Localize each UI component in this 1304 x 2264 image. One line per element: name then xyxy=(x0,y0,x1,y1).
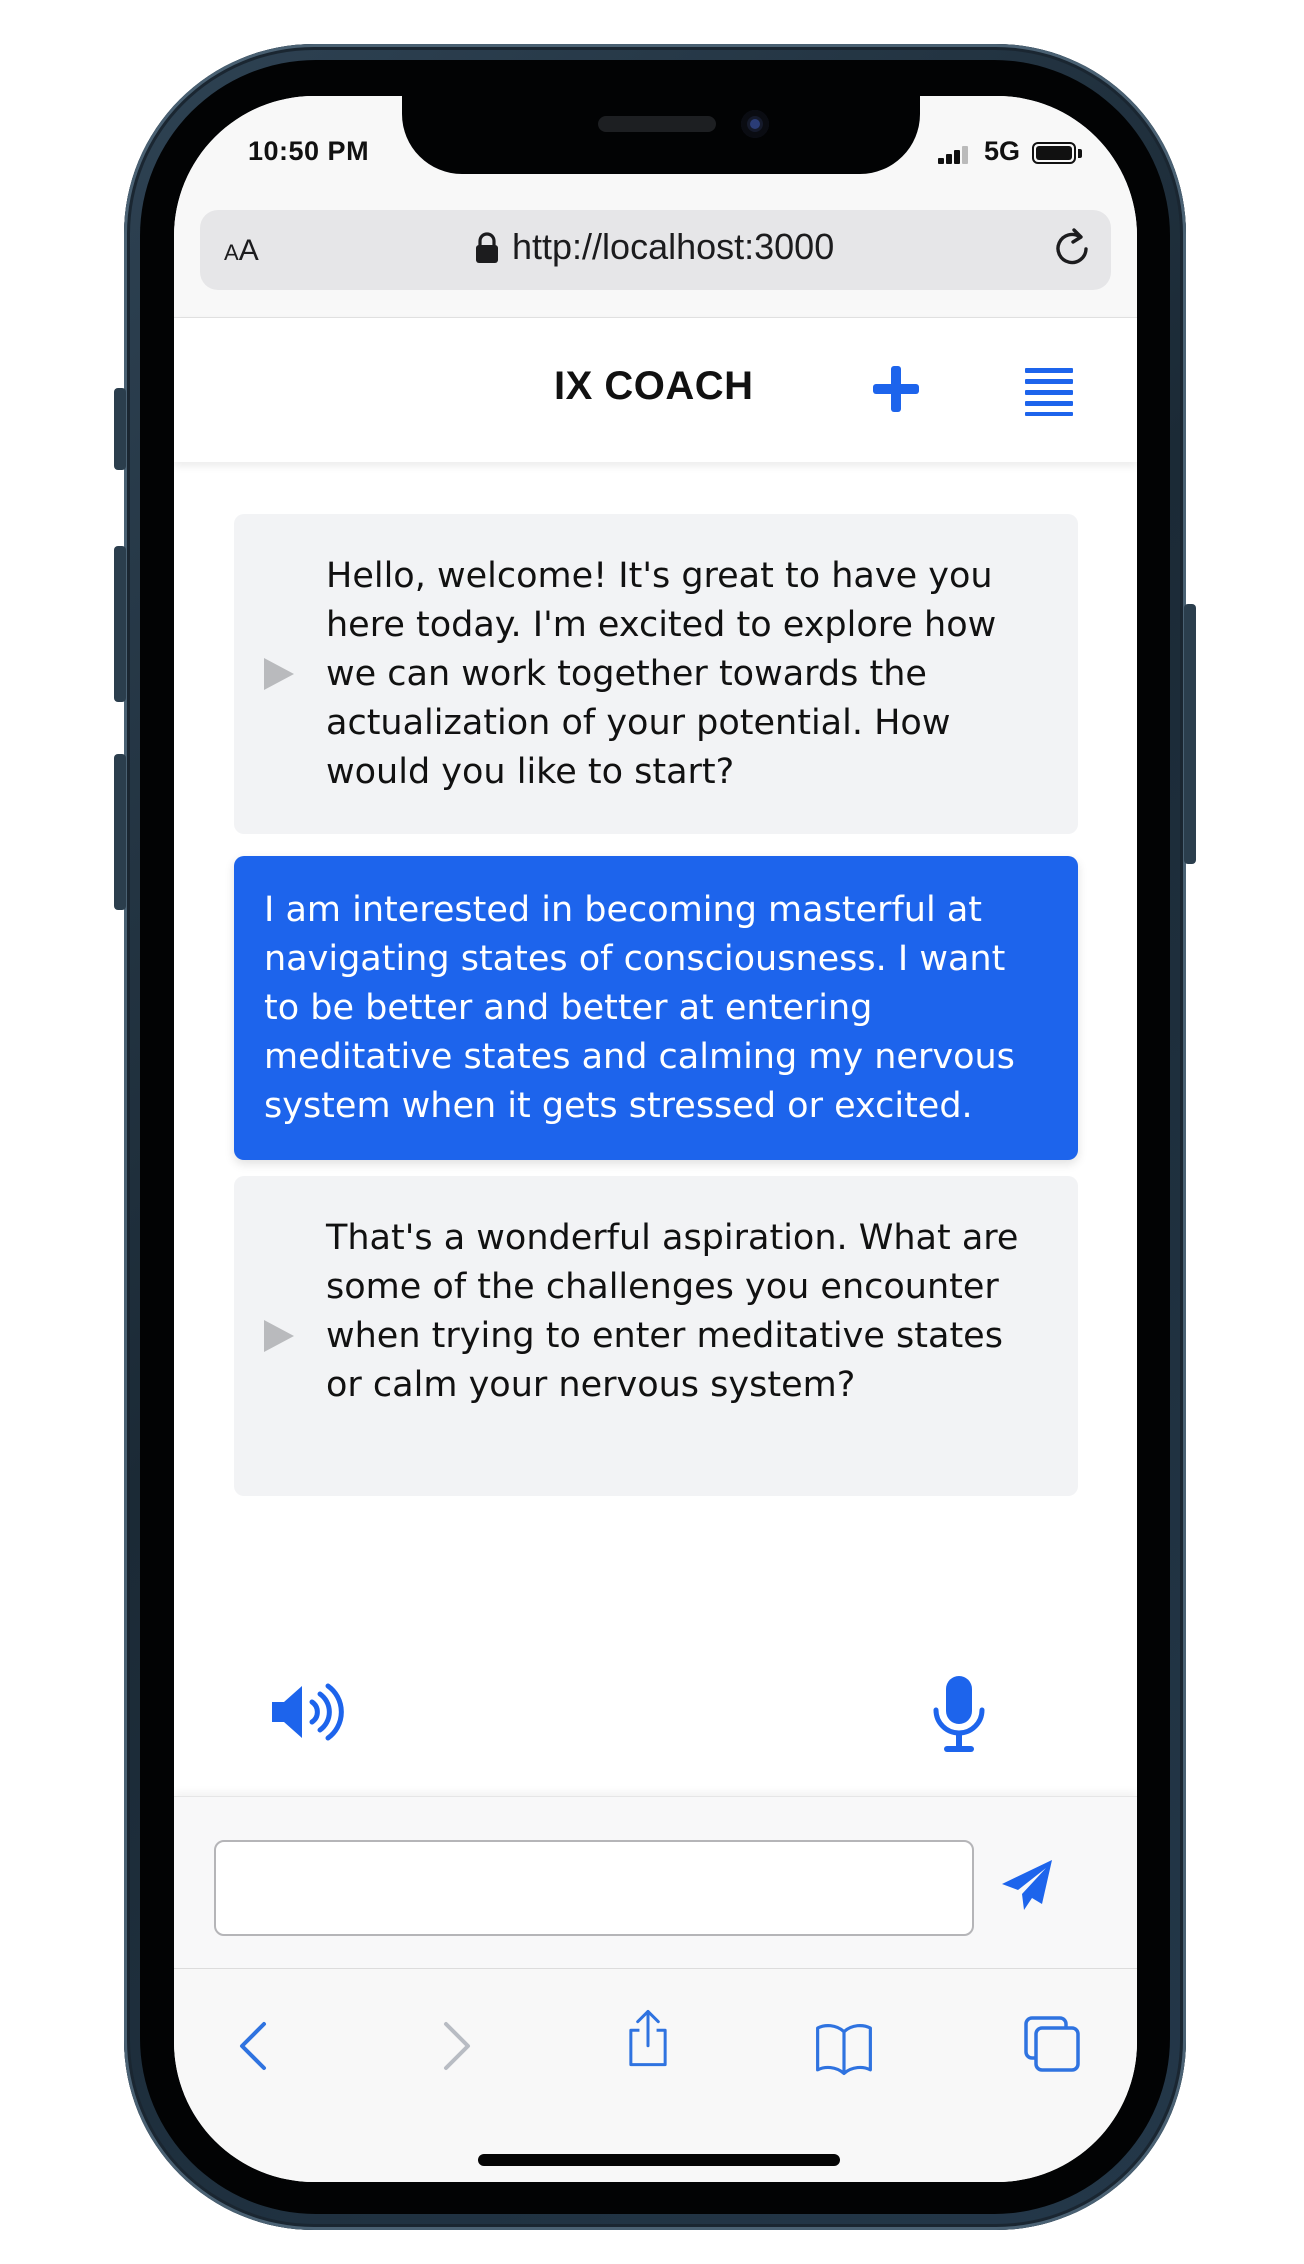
app-title: IX COACH xyxy=(554,364,754,408)
browser-toolbar xyxy=(174,1968,1137,2182)
battery-icon xyxy=(1032,142,1076,164)
home-indicator xyxy=(478,2154,840,2166)
network-type: 5G xyxy=(984,136,1021,166)
text-size-small-a: A xyxy=(224,240,239,265)
cellular-signal-icon xyxy=(938,144,972,164)
play-icon[interactable] xyxy=(264,658,294,690)
user-message: I am interested in becoming masterful at… xyxy=(234,856,1078,1160)
play-icon[interactable] xyxy=(264,1320,294,1352)
back-chevron-icon[interactable] xyxy=(226,2016,286,2076)
notch xyxy=(402,96,920,174)
assistant-message: That's a wonderful aspiration. What are … xyxy=(234,1176,1078,1496)
message-text: That's a wonderful aspiration. What are … xyxy=(326,1218,1019,1405)
hamburger-menu-icon[interactable] xyxy=(1024,366,1074,416)
text-size-large-a: A xyxy=(238,234,259,267)
bookmarks-icon[interactable] xyxy=(814,2018,874,2078)
paper-plane-icon[interactable] xyxy=(1000,1858,1054,1912)
forward-chevron-icon[interactable] xyxy=(424,2016,484,2076)
earpiece-speaker xyxy=(598,116,716,132)
volume-up-button xyxy=(114,546,126,702)
front-camera xyxy=(741,110,769,138)
text-size-button[interactable]: AA xyxy=(224,234,259,268)
message-input[interactable] xyxy=(214,1840,974,1936)
power-button xyxy=(1184,604,1196,864)
action-button xyxy=(114,388,126,470)
message-text: Hello, welcome! It's great to have you h… xyxy=(326,556,997,792)
url-text[interactable]: http://localhost:3000 xyxy=(512,226,834,268)
message-text: I am interested in becoming masterful at… xyxy=(264,890,1015,1126)
speaker-volume-icon[interactable] xyxy=(270,1680,344,1744)
battery-tip xyxy=(1078,149,1082,158)
share-icon[interactable] xyxy=(618,2008,678,2068)
microphone-icon[interactable] xyxy=(932,1674,986,1754)
status-time: 10:50 PM xyxy=(248,136,370,166)
phone-screen: 10:50 PM 5G AA http://localhost:3000 IX … xyxy=(174,96,1137,2182)
lock-icon xyxy=(476,232,498,263)
reload-icon[interactable] xyxy=(1048,224,1096,272)
tabs-icon[interactable] xyxy=(1022,2014,1082,2074)
assistant-message: Hello, welcome! It's great to have you h… xyxy=(234,514,1078,834)
volume-down-button xyxy=(114,754,126,910)
plus-icon[interactable] xyxy=(871,364,921,414)
